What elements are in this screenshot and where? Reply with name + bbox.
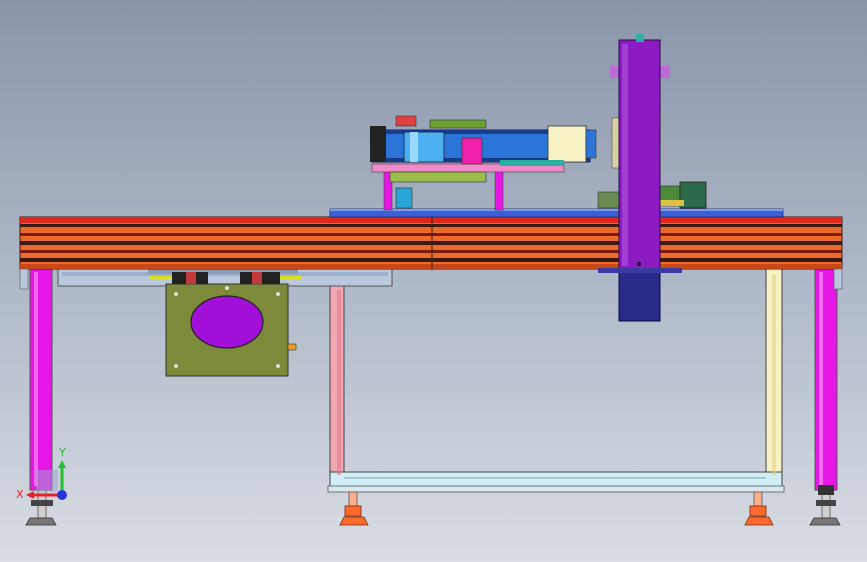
frame-bottom-plate (327, 485, 785, 493)
column-base (618, 269, 661, 322)
under-rail (57, 267, 393, 287)
foot-frame-right (744, 491, 774, 526)
leg-left (29, 267, 53, 491)
z-axis-dot (57, 490, 67, 500)
assembly-drawing: X Y (16, 34, 843, 526)
upper-post-right (494, 169, 504, 211)
plate-cutout (190, 295, 264, 349)
cad-viewport[interactable]: X Y (0, 0, 867, 562)
vertical-column (598, 34, 682, 322)
upper-mechanism (370, 115, 597, 211)
top-rail (329, 208, 784, 218)
y-axis-label: Y (58, 446, 66, 459)
foot-frame-left (339, 491, 369, 526)
conveyor-legs (29, 267, 838, 495)
support-frame (327, 267, 785, 493)
leveling-feet (25, 487, 841, 526)
mounting-plate (150, 272, 302, 377)
x-axis-label: X (16, 488, 24, 501)
leg-right (814, 267, 838, 491)
